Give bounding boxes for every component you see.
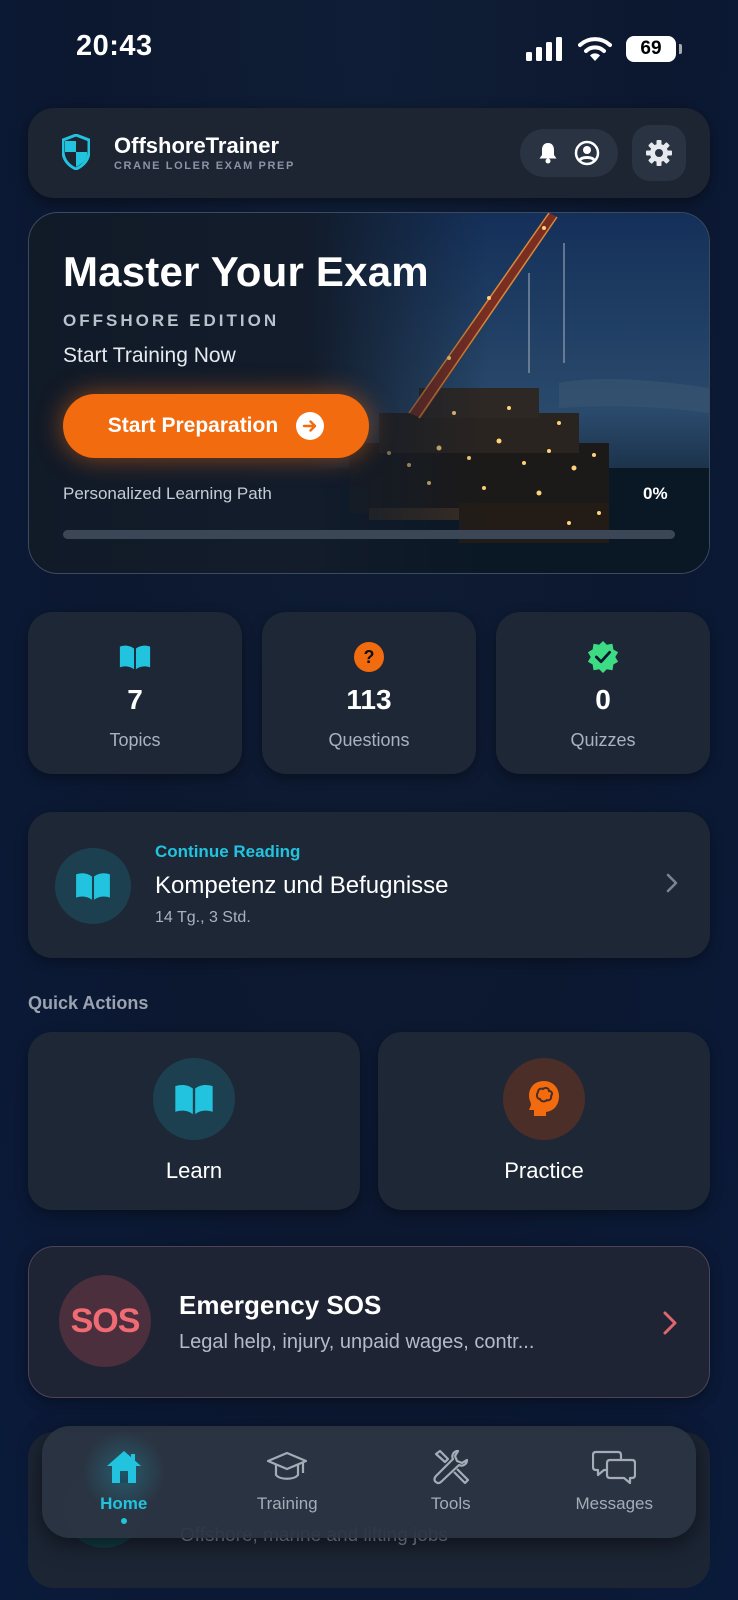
tab-label: Training xyxy=(256,1494,318,1513)
continue-reading-title: Kompetenz und Befugnisse xyxy=(155,872,449,899)
stat-quizzes[interactable]: 0 Quizzes xyxy=(496,612,710,774)
tab-messages[interactable]: Messages xyxy=(533,1426,697,1538)
tab-label: Tools xyxy=(430,1494,471,1513)
settings-button[interactable] xyxy=(632,125,686,181)
tab-label: Home xyxy=(100,1494,148,1513)
hero-subtitle: Start Training Now xyxy=(63,344,236,367)
hero-edition: OFFSHORE EDITION xyxy=(63,311,280,330)
shield-logo-icon xyxy=(62,134,90,170)
hero-title: Master Your Exam xyxy=(63,248,429,295)
continue-book-icon xyxy=(55,848,131,924)
arrow-right-icon xyxy=(296,412,325,440)
learning-path-label: Personalized Learning Path xyxy=(63,484,272,503)
graduation-cap-icon xyxy=(265,1446,309,1488)
learning-path-percent: 0% xyxy=(643,484,668,503)
active-indicator xyxy=(120,1518,127,1524)
chevron-right-icon xyxy=(663,1311,677,1335)
stat-value: 0 xyxy=(595,684,611,715)
book-icon xyxy=(153,1058,235,1140)
stat-value: 113 xyxy=(346,684,392,715)
gear-icon xyxy=(646,140,672,166)
app-subtitle: CRANE LOLER EXAM PREP xyxy=(114,160,295,172)
continue-reading-meta: 14 Tg., 3 Std. xyxy=(155,909,251,926)
continue-reading-kicker: Continue Reading xyxy=(155,842,301,861)
start-preparation-label: Start Preparation xyxy=(107,414,279,437)
stat-topics[interactable]: 7 Topics xyxy=(28,612,242,774)
start-preparation-button[interactable]: Start Preparation xyxy=(63,394,369,458)
book-icon xyxy=(118,640,152,674)
verified-badge-icon xyxy=(586,640,620,674)
messages-icon xyxy=(592,1446,637,1488)
cellular-signal-icon xyxy=(526,37,562,61)
stat-label: Questions xyxy=(328,730,410,750)
sos-title: Emergency SOS xyxy=(179,1290,382,1320)
stat-questions[interactable]: ? 113 Questions xyxy=(262,612,476,774)
learn-button[interactable]: Learn xyxy=(28,1032,360,1210)
wifi-icon xyxy=(578,37,612,61)
bottom-tab-bar: Home Training Tools Messages xyxy=(42,1426,696,1538)
app-name: OffshoreTrainer xyxy=(114,133,280,158)
practice-button[interactable]: Practice xyxy=(378,1032,710,1210)
question-icon: ? xyxy=(352,640,386,674)
chevron-right-icon xyxy=(666,873,678,893)
battery-indicator: 69 xyxy=(626,36,682,62)
learn-label: Learn xyxy=(165,1158,223,1183)
profile-icon[interactable] xyxy=(574,140,600,166)
tools-icon xyxy=(429,1446,473,1488)
learning-path-progress xyxy=(63,530,675,539)
bell-icon[interactable] xyxy=(538,142,558,164)
stat-value: 7 xyxy=(127,684,143,715)
tab-tools[interactable]: Tools xyxy=(369,1426,533,1538)
sos-badge: SOS xyxy=(59,1275,151,1367)
tab-label: Messages xyxy=(575,1494,653,1513)
home-icon xyxy=(102,1446,146,1488)
stat-label: Topics xyxy=(109,730,161,750)
practice-label: Practice xyxy=(504,1158,584,1183)
header-actions-pill xyxy=(520,129,618,177)
tab-training[interactable]: Training xyxy=(206,1426,370,1538)
quick-actions-title: Quick Actions xyxy=(28,993,149,1013)
status-time: 20:43 xyxy=(76,30,153,62)
tab-home[interactable]: Home xyxy=(42,1426,206,1538)
svg-text:?: ? xyxy=(364,647,375,667)
stat-label: Quizzes xyxy=(570,730,636,750)
status-icons: 69 xyxy=(526,36,682,62)
brain-head-icon xyxy=(503,1058,585,1140)
sos-subtitle: Legal help, injury, unpaid wages, contr.… xyxy=(179,1331,535,1353)
